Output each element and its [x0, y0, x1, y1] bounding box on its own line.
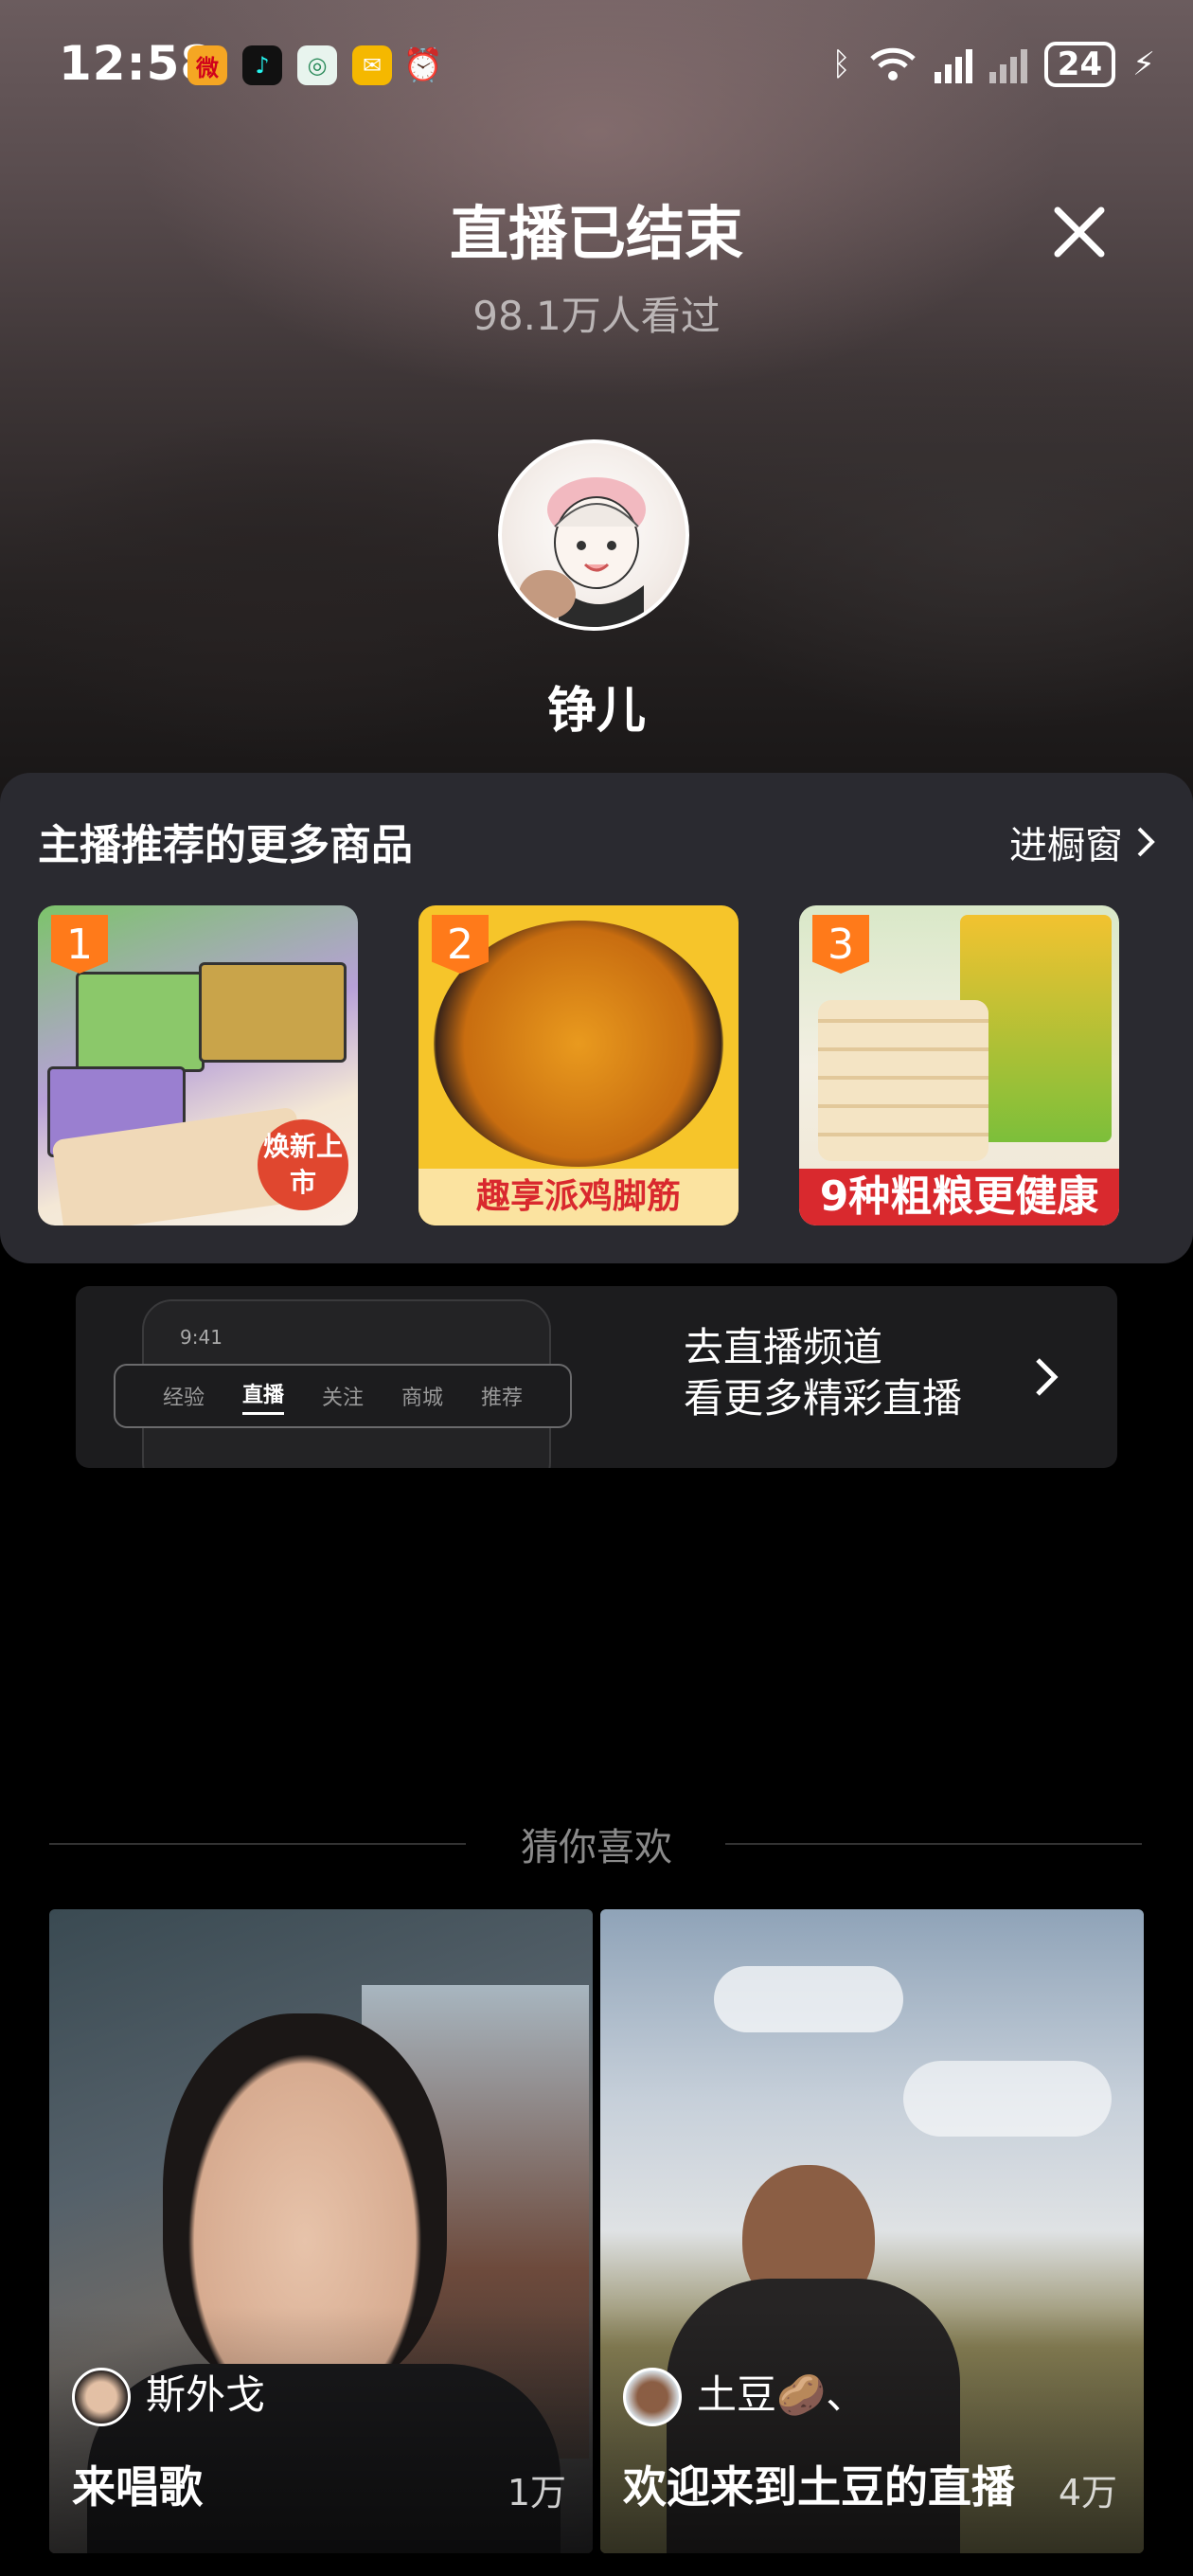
mock-tab: 关注 [321, 1386, 364, 1410]
mock-tab-active: 直播 [241, 1378, 284, 1415]
status-bar: 12:58 微 ♪ ◎ ✉ ⏰ ᛒ 24 ⚡ [0, 0, 1193, 133]
gradient-overlay [49, 2307, 593, 2553]
live-channel-banner[interactable]: 9:41 经验 直播 关注 商城 推荐 去直播频道 看更多精彩直播 [76, 1286, 1117, 1468]
rank-badge: 2 [432, 915, 489, 974]
stream-card-2[interactable]: 土豆🥔、 欢迎来到土豆的直播 4万 [600, 1909, 1144, 2553]
cloud [714, 1966, 903, 2032]
product-tag: 9种粗粮更健康 [799, 1169, 1119, 1225]
showcase-link-label: 进橱窗 [1009, 824, 1123, 868]
product-card-3[interactable]: 9种粗粮更健康 3 [799, 905, 1119, 1225]
host-avatar[interactable] [498, 439, 689, 631]
recommended-products-panel: 主播推荐的更多商品 进橱窗 焕新上市 1 趣享派鸡脚筋 2 9种粗粮更健康 3 [0, 773, 1193, 1263]
tiktok-icon: ♪ [242, 45, 282, 85]
mail-icon: ✉ [352, 45, 392, 85]
rank-badge: 3 [812, 915, 869, 974]
new-launch-badge: 焕新上市 [258, 1119, 348, 1210]
signal-icon [934, 45, 972, 83]
watch-count: 4万 [1058, 2472, 1117, 2513]
stream-card-1[interactable]: 斯外戈 来唱歌 1万 [49, 1909, 593, 2553]
page-title: 直播已结束 [449, 199, 743, 268]
product-box-orange [199, 962, 347, 1063]
host-name[interactable]: 铮儿 [0, 671, 1193, 742]
wifi-icon [870, 47, 916, 80]
mock-tab: 经验 [162, 1386, 205, 1410]
section-title: 猜你喜欢 [521, 1826, 672, 1869]
charging-icon: ⚡ [1132, 45, 1155, 83]
chevron-right-icon [1137, 827, 1155, 857]
chevron-right-icon [1036, 1358, 1059, 1396]
banner-line-1: 去直播频道 [684, 1324, 883, 1370]
rank-badge: 1 [51, 915, 108, 974]
battery-icon: 24 [1043, 42, 1116, 87]
banner-line-2: 看更多精彩直播 [684, 1375, 963, 1422]
cloud [903, 2061, 1112, 2137]
mock-tab: 商城 [401, 1386, 444, 1410]
app-icon: ◎ [297, 45, 337, 85]
streamer-name: 斯外戈 [146, 2371, 266, 2418]
viewer-count: 98.1万人看过 [472, 293, 721, 339]
avatar [623, 2368, 682, 2426]
bluetooth-icon: ᛒ [831, 45, 851, 83]
close-icon[interactable] [1046, 199, 1113, 265]
avatar-illustration [519, 477, 646, 627]
mock-tab-bar: 经验 直播 关注 商城 推荐 [114, 1364, 572, 1428]
product-box-green [76, 972, 205, 1072]
product-tag: 趣享派鸡脚筋 [418, 1169, 739, 1225]
stream-title: 欢迎来到土豆的直播 [623, 2461, 1015, 2513]
mock-time: 9:41 [180, 1326, 223, 1349]
product-card-2[interactable]: 趣享派鸡脚筋 2 [418, 905, 739, 1225]
rice-rolls [818, 1000, 988, 1161]
streamer-name: 土豆🥔、 [697, 2371, 866, 2418]
stream-title: 来唱歌 [72, 2461, 203, 2513]
watch-count: 1万 [507, 2472, 566, 2513]
showcase-link[interactable]: 进橱窗 [1009, 814, 1155, 869]
product-card-1[interactable]: 焕新上市 1 [38, 905, 358, 1225]
mock-tab: 推荐 [481, 1386, 524, 1410]
avatar [72, 2368, 131, 2426]
signal-2-icon [988, 45, 1027, 83]
products-title: 主播推荐的更多商品 [38, 821, 413, 869]
gradient-overlay [600, 2307, 1144, 2553]
alarm-icon: ⏰ [402, 46, 444, 84]
weibo-icon: 微 [187, 45, 227, 85]
banner-text: 去直播频道 看更多精彩直播 [684, 1322, 962, 1424]
status-indicators: ᛒ 24 ⚡ [831, 42, 1155, 87]
